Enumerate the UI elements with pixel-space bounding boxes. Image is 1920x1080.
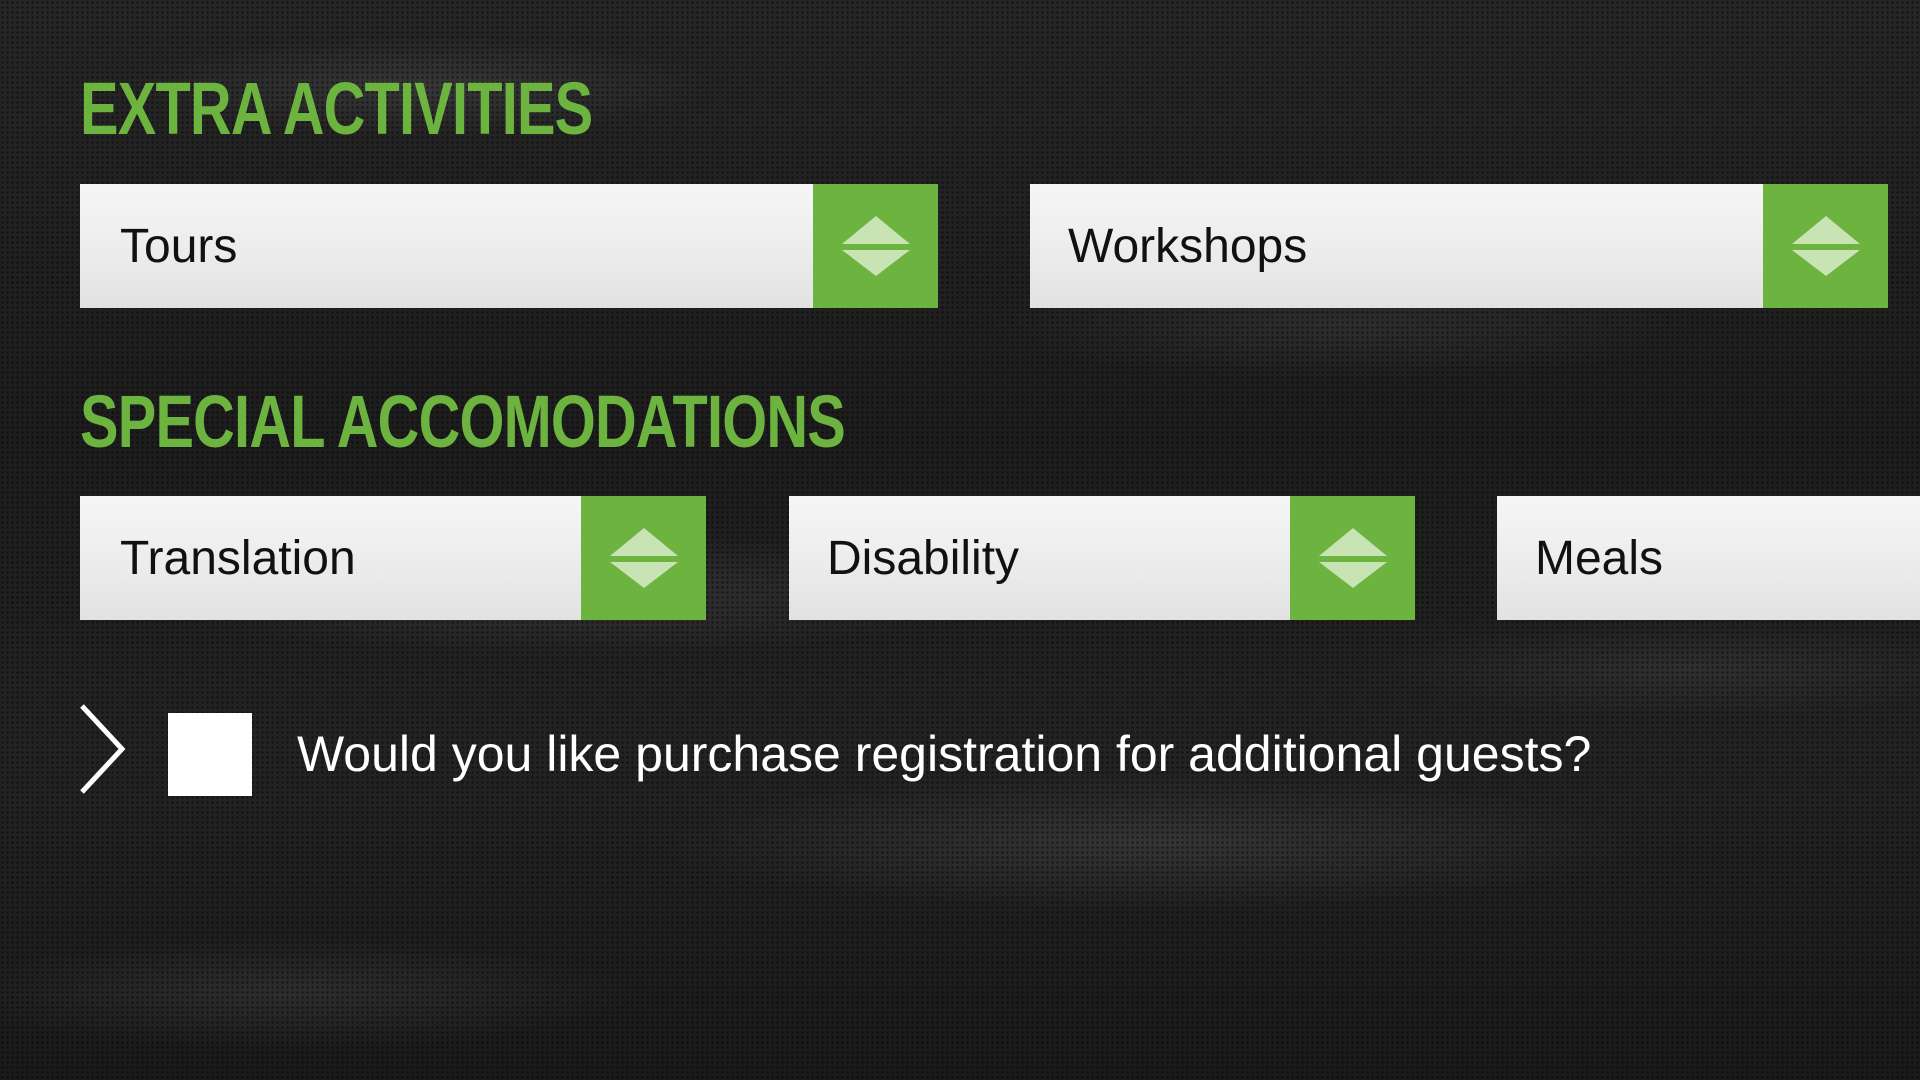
- up-down-arrows-icon: [841, 216, 910, 276]
- up-down-arrows-icon: [1318, 528, 1387, 588]
- extra-activities-heading: EXTRA ACTIVITIES: [80, 67, 593, 150]
- chevron-right-icon: [80, 704, 126, 794]
- meals-select-label: Meals: [1535, 531, 1664, 585]
- special-accommodations-heading: SPECIAL ACCOMODATIONS: [80, 380, 846, 463]
- additional-guests-question: Would you like purchase registration for…: [297, 726, 1592, 782]
- translation-select-button[interactable]: [581, 496, 706, 620]
- disability-select-button[interactable]: [1290, 496, 1415, 620]
- tours-select-label: Tours: [120, 219, 238, 273]
- additional-guests-checkbox[interactable]: [168, 713, 252, 796]
- up-down-arrows-icon: [609, 528, 678, 588]
- disability-select-label: Disability: [827, 531, 1020, 585]
- workshops-select[interactable]: Workshops: [1030, 184, 1888, 308]
- disability-select[interactable]: Disability: [789, 496, 1415, 620]
- meals-select[interactable]: Meals: [1497, 496, 1920, 620]
- translation-select[interactable]: Translation: [80, 496, 706, 620]
- translation-select-label: Translation: [120, 531, 356, 585]
- workshops-select-button[interactable]: [1763, 184, 1888, 308]
- workshops-select-label: Workshops: [1068, 219, 1308, 273]
- tours-select[interactable]: Tours: [80, 184, 938, 308]
- tours-select-button[interactable]: [813, 184, 938, 308]
- up-down-arrows-icon: [1791, 216, 1860, 276]
